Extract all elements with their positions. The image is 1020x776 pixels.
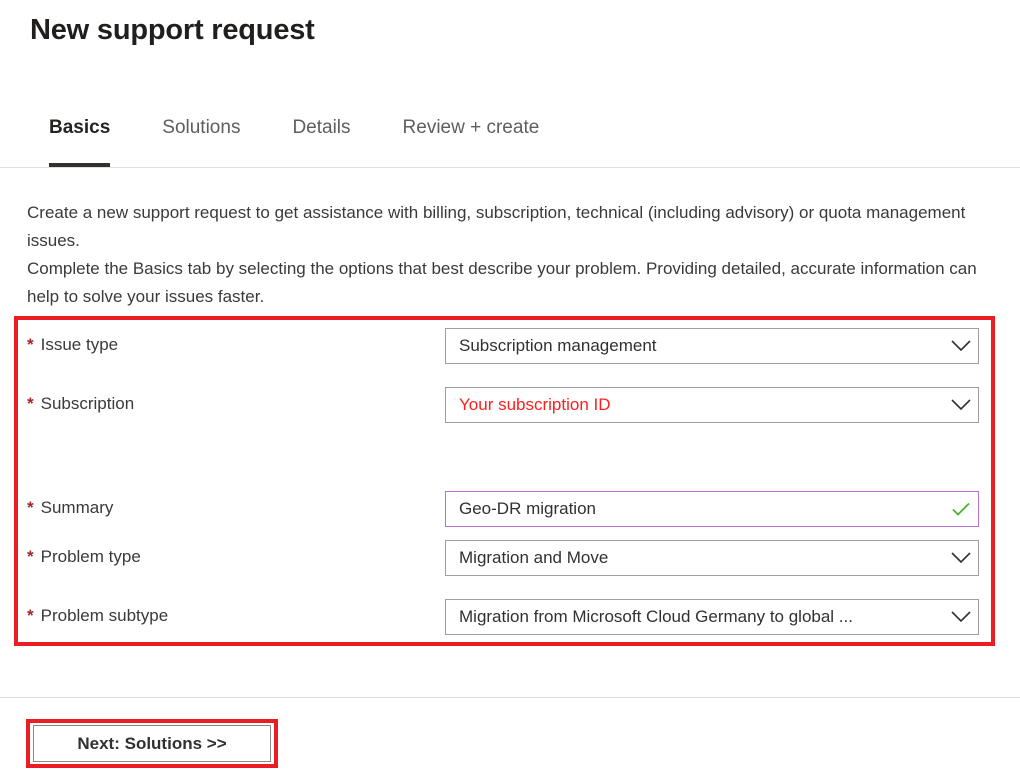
field-row-problem-type: * Problem type Migration and Move [27, 540, 982, 599]
tab-details[interactable]: Details [292, 105, 350, 142]
page-title: New support request [30, 10, 315, 50]
label-subscription-text: Subscription [41, 394, 135, 413]
problem-type-value: Migration and Move [459, 548, 944, 568]
field-row-summary: * Summary Geo-DR migration [27, 446, 982, 540]
label-summary-text: Summary [41, 498, 114, 517]
chevron-down-icon [944, 329, 978, 363]
intro-line-2: Complete the Basics tab by selecting the… [27, 255, 1002, 311]
chevron-down-icon [944, 388, 978, 422]
tabstrip-divider [0, 167, 1020, 168]
subscription-value: Your subscription ID [459, 395, 944, 415]
label-problem-type: * Problem type [27, 547, 141, 567]
subscription-dropdown[interactable]: Your subscription ID [445, 387, 979, 423]
tab-strip: Basics Solutions Details Review + create [0, 105, 1020, 169]
tab-solutions[interactable]: Solutions [162, 105, 240, 142]
chevron-down-icon [944, 600, 978, 634]
issue-type-value: Subscription management [459, 336, 944, 356]
problem-type-dropdown[interactable]: Migration and Move [445, 540, 979, 576]
problem-subtype-value: Migration from Microsoft Cloud Germany t… [459, 607, 944, 627]
summary-value: Geo-DR migration [459, 499, 944, 519]
required-asterisk-icon: * [27, 498, 34, 517]
next-solutions-button[interactable]: Next: Solutions >> [33, 725, 271, 762]
label-problem-subtype-text: Problem subtype [41, 606, 169, 625]
field-row-issue-type: * Issue type Subscription management [27, 328, 982, 387]
problem-subtype-dropdown[interactable]: Migration from Microsoft Cloud Germany t… [445, 599, 979, 635]
label-summary: * Summary [27, 498, 113, 518]
required-asterisk-icon: * [27, 394, 34, 413]
check-icon [944, 492, 978, 526]
intro-line-1: Create a new support request to get assi… [27, 199, 1002, 255]
label-problem-type-text: Problem type [41, 547, 141, 566]
field-row-problem-subtype: * Problem subtype Migration from Microsof… [27, 599, 982, 658]
footer-divider [0, 697, 1020, 698]
label-problem-subtype: * Problem subtype [27, 606, 168, 626]
required-asterisk-icon: * [27, 606, 34, 625]
label-issue-type: * Issue type [27, 335, 118, 355]
required-asterisk-icon: * [27, 547, 34, 566]
basics-form: * Issue type Subscription management * Sub… [27, 328, 982, 658]
chevron-down-icon [944, 541, 978, 575]
summary-input[interactable]: Geo-DR migration [445, 491, 979, 527]
tabs-row: Basics Solutions Details Review + create [49, 105, 591, 142]
intro-description: Create a new support request to get assi… [27, 199, 1002, 311]
label-issue-type-text: Issue type [41, 335, 119, 354]
field-row-subscription: *Subscription Your subscription ID Can't… [27, 387, 982, 446]
tab-review-create[interactable]: Review + create [403, 105, 540, 142]
required-asterisk-icon: * [27, 335, 34, 354]
tab-basics[interactable]: Basics [49, 105, 110, 142]
issue-type-dropdown[interactable]: Subscription management [445, 328, 979, 364]
label-subscription: * Subscription [27, 394, 134, 414]
